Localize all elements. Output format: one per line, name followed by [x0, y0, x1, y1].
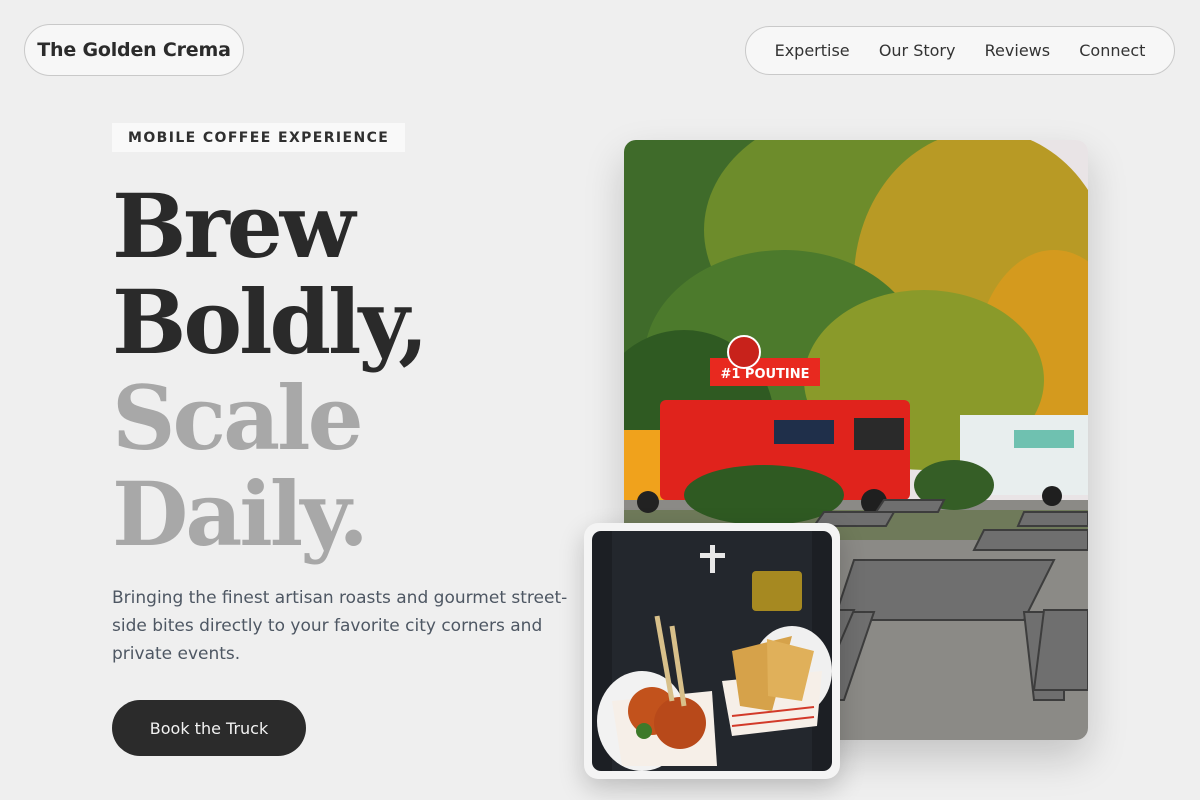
main-nav: Expertise Our Story Reviews Connect [745, 26, 1175, 75]
headline-line-4: Daily. [112, 462, 369, 566]
book-truck-button[interactable]: Book the Truck [112, 700, 306, 756]
street-food-illustration [592, 531, 832, 771]
headline-line-2: Boldly, [112, 270, 429, 374]
food-photo-frame [584, 523, 840, 779]
headline-line-3: Scale [112, 366, 364, 470]
street-food-photo [592, 531, 832, 771]
hero-description: Bringing the finest artisan roasts and g… [112, 588, 568, 664]
brand-logo[interactable]: The Golden Crema [24, 24, 244, 76]
headline-line-1: Brew [112, 174, 355, 278]
hero-badge: MOBILE COFFEE EXPERIENCE [112, 123, 406, 152]
truck-sign: #1 POUTINE [720, 367, 809, 382]
nav-link-our-story[interactable]: Our Story [879, 41, 956, 60]
nav-link-reviews[interactable]: Reviews [985, 41, 1050, 60]
nav-link-connect[interactable]: Connect [1079, 41, 1145, 60]
nav-link-expertise[interactable]: Expertise [775, 41, 850, 60]
hero-headline: Brew Boldly, Scale Daily. [112, 174, 429, 566]
